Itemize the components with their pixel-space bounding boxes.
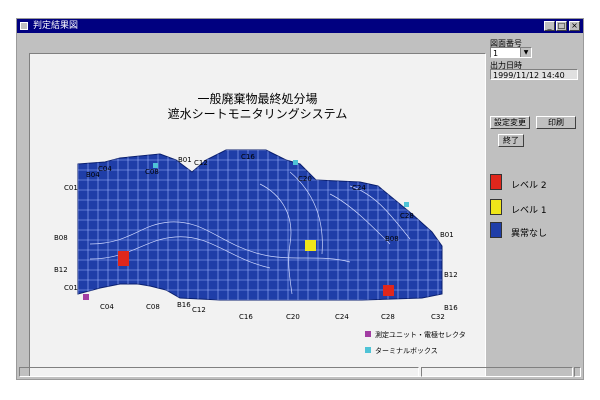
label-c08-bottom: C08 <box>146 303 160 311</box>
status-cell-secondary <box>421 367 573 377</box>
settings-change-button[interactable]: 設定変更 <box>490 116 530 129</box>
liner-sheet <box>77 149 443 301</box>
status-bar <box>19 367 581 377</box>
label-c28-top: C28 <box>400 212 414 220</box>
title-bar[interactable]: 判定結果図 _ □ × <box>17 19 583 33</box>
close-button[interactable]: × <box>569 21 580 31</box>
label-b16-bottom: B16 <box>177 301 191 309</box>
maximize-button[interactable]: □ <box>556 21 567 31</box>
window-title: 判定結果図 <box>33 21 79 31</box>
legend-normal-label: 異常なし <box>511 229 548 239</box>
resize-grip[interactable] <box>574 367 581 377</box>
terminal-box-marker[interactable] <box>404 202 409 207</box>
legend-level1-label: レベル 1 <box>511 206 547 216</box>
legend-terminal-swatch <box>365 347 371 353</box>
legend-normal-swatch <box>490 222 502 238</box>
application-window: 判定結果図 _ □ × 一般廃棄物最終処分場 遮水シートモニタリングシステム C… <box>16 18 584 380</box>
label-c24-top: C24 <box>352 184 366 192</box>
label-c20-bottom: C20 <box>286 313 300 321</box>
label-b01-top: B01 <box>178 156 192 164</box>
label-c01-top: C01 <box>64 184 78 192</box>
terminal-box-marker[interactable] <box>293 160 298 165</box>
alarm-level2-marker[interactable] <box>383 285 394 296</box>
alarm-level2-marker[interactable] <box>118 251 129 266</box>
label-b08-left: B08 <box>54 234 68 242</box>
label-c08-top: C08 <box>145 168 159 176</box>
label-b12-left: B12 <box>54 266 68 274</box>
legend-level2-swatch <box>490 174 502 190</box>
label-c24-bottom: C24 <box>335 313 349 321</box>
minimize-button[interactable]: _ <box>544 21 555 31</box>
legend-terminal-text: ターミナルボックス <box>375 346 438 355</box>
status-cell-main <box>19 367 419 377</box>
label-c04-bottom: C04 <box>100 303 114 311</box>
print-button[interactable]: 印刷 <box>536 116 576 129</box>
label-b16-right: B16 <box>444 304 458 312</box>
legend-unit-swatch <box>365 331 371 337</box>
label-c04-top: C04 <box>98 165 112 173</box>
exit-button[interactable]: 終了 <box>498 134 524 147</box>
label-c28-bottom: C28 <box>381 313 395 321</box>
chevron-down-icon[interactable]: ▼ <box>520 48 531 57</box>
legend-unit-text: 測定ユニット・電極セレクタ <box>375 330 466 339</box>
legend-level2-label: レベル 2 <box>511 181 547 191</box>
drawing-number-select[interactable]: 1 ▼ <box>490 47 532 58</box>
map-panel: 一般廃棄物最終処分場 遮水シートモニタリングシステム C01 B04 C04 C… <box>29 53 486 377</box>
label-c12-bottom: C12 <box>192 306 206 314</box>
label-b12-right: B12 <box>444 271 458 279</box>
label-c16-top: C16 <box>241 153 255 161</box>
measurement-unit-marker[interactable] <box>83 294 89 300</box>
alarm-level1-marker[interactable] <box>305 240 316 251</box>
label-c01-left: C01 <box>64 284 78 292</box>
label-c16-bottom: C16 <box>239 313 253 321</box>
label-b01-right: B01 <box>440 231 454 239</box>
output-time-field: 1999/11/12 14:40 <box>490 69 578 80</box>
label-b08-inner: B08 <box>385 235 399 243</box>
label-c20-top: C20 <box>298 175 312 183</box>
label-c12-top: C12 <box>194 159 208 167</box>
drawing-number-value: 1 <box>493 49 499 58</box>
app-icon <box>20 22 28 30</box>
liner-map: C01 B04 C04 C08 B01 C12 C16 C20 C24 C28 … <box>54 149 466 355</box>
legend-level1-swatch <box>490 199 502 215</box>
label-c32-bottom: C32 <box>431 313 445 321</box>
